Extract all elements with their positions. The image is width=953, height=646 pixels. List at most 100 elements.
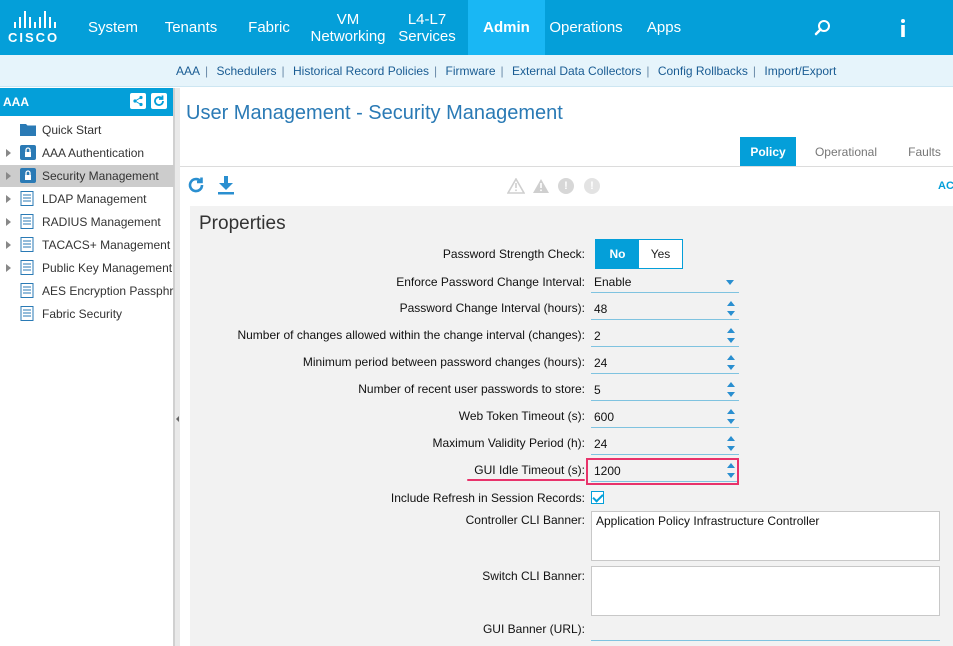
nav-operations[interactable]: Operations [546, 0, 626, 55]
sidebar-item-aes-encryption-passphrase[interactable]: AES Encryption Passphr [0, 280, 174, 302]
sidebar-item-label: TACACS+ Management [42, 238, 171, 252]
sidebar-item-label: Security Management [42, 169, 159, 183]
switch-cli-banner-label: Switch CLI Banner: [482, 569, 585, 583]
tab-policy[interactable]: Policy [740, 137, 796, 167]
enforce-password-change-interval-select[interactable]: Enable [591, 271, 739, 293]
info-icon[interactable] [888, 0, 918, 55]
sidebar-item-label: Fabric Security [42, 307, 123, 321]
page-title: User Management - Security Management [186, 102, 563, 124]
toggle-yes-option[interactable]: Yes [639, 240, 682, 268]
actions-menu[interactable]: AC [938, 180, 953, 192]
input-value: 24 [594, 356, 608, 370]
subnav-aaa[interactable]: AAA [176, 64, 200, 78]
nav-vm-networking[interactable]: VM Networking [308, 0, 388, 55]
chevron-right-icon[interactable] [6, 195, 11, 203]
recent-passwords-label: Number of recent user passwords to store… [358, 382, 585, 396]
nav-apps[interactable]: Apps [636, 0, 692, 55]
chevron-right-icon[interactable] [6, 149, 11, 157]
subnav-config-rollbacks[interactable]: Config Rollbacks [658, 64, 748, 78]
search-icon[interactable] [808, 0, 838, 55]
changes-allowed-input[interactable]: 2 [591, 325, 739, 347]
sidebar: AAA Quick Start AAA Authentication Secur… [0, 88, 174, 646]
annotation-underline [467, 479, 585, 481]
nav-l4-l7-line1: L4-L7 [407, 10, 447, 28]
maximum-validity-input[interactable]: 24 [591, 433, 739, 455]
subnav-separator: | [752, 64, 757, 78]
cisco-logo: CISCO [8, 10, 72, 46]
chevron-right-icon[interactable] [6, 218, 11, 226]
critical-fault-icon[interactable]: ! [558, 178, 574, 194]
sidebar-item-label: RADIUS Management [42, 215, 161, 229]
document-icon [20, 214, 36, 229]
spinner-icon[interactable] [727, 382, 735, 398]
spinner-icon[interactable] [727, 328, 735, 344]
chevron-right-icon[interactable] [6, 241, 11, 249]
document-icon [20, 191, 36, 206]
sidebar-item-quick-start[interactable]: Quick Start [0, 119, 174, 141]
nav-system[interactable]: System [79, 0, 147, 55]
document-icon [20, 260, 36, 275]
subnav-historical-record-policies[interactable]: Historical Record Policies [293, 64, 429, 78]
input-value: 600 [594, 410, 615, 424]
sidebar-header: AAA [0, 88, 173, 116]
spinner-icon[interactable] [727, 409, 735, 425]
sidebar-item-public-key-management[interactable]: Public Key Management [0, 257, 174, 279]
sidebar-item-radius-management[interactable]: RADIUS Management [0, 211, 174, 233]
sidebar-item-ldap-management[interactable]: LDAP Management [0, 188, 174, 210]
sidebar-splitter[interactable] [174, 88, 180, 646]
subnav-external-data-collectors[interactable]: External Data Collectors [512, 64, 641, 78]
warning-icon[interactable] [532, 178, 549, 194]
input-value: 24 [594, 437, 608, 451]
subnav-schedulers[interactable]: Schedulers [216, 64, 276, 78]
password-strength-check-toggle[interactable]: No Yes [595, 239, 683, 269]
refresh-icon[interactable] [186, 175, 206, 198]
maximum-validity-label: Maximum Validity Period (h): [432, 436, 585, 450]
tab-operational[interactable]: Operational [806, 137, 886, 167]
nav-fabric[interactable]: Fabric [238, 0, 300, 55]
recent-passwords-input[interactable]: 5 [591, 379, 739, 401]
sidebar-item-security-management[interactable]: Security Management [0, 165, 174, 187]
nav-l4-l7-services[interactable]: L4-L7 Services [394, 0, 460, 55]
subnav-firmware[interactable]: Firmware [446, 64, 496, 78]
sidebar-item-tacacs-management[interactable]: TACACS+ Management [0, 234, 174, 256]
subnav-separator: | [646, 64, 650, 78]
warning-outline-icon[interactable] [506, 177, 526, 194]
controller-cli-banner-label: Controller CLI Banner: [465, 513, 585, 527]
major-fault-icon[interactable]: ! [584, 178, 600, 194]
download-icon[interactable] [216, 175, 236, 198]
collapse-arrow-icon[interactable] [176, 416, 179, 422]
gui-banner-url-input[interactable] [591, 619, 940, 641]
tab-faults[interactable]: Faults [896, 137, 953, 167]
share-icon[interactable] [130, 93, 146, 109]
nav-vm-networking-line2: Networking [310, 27, 386, 45]
controller-cli-banner-textarea[interactable]: Application Policy Infrastructure Contro… [591, 511, 940, 561]
spinner-icon[interactable] [727, 355, 735, 371]
subnav-import-export[interactable]: Import/Export [764, 64, 836, 78]
web-token-timeout-input[interactable]: 600 [591, 406, 739, 428]
document-icon [20, 306, 36, 321]
sidebar-item-fabric-security[interactable]: Fabric Security [0, 303, 174, 325]
password-change-interval-input[interactable]: 48 [591, 298, 739, 320]
sidebar-item-aaa-authentication[interactable]: AAA Authentication [0, 142, 174, 164]
sidebar-item-label: AAA Authentication [42, 146, 145, 160]
logo-text: CISCO [8, 30, 60, 45]
chevron-down-icon[interactable] [726, 280, 734, 285]
toggle-no-option[interactable]: No [596, 240, 639, 268]
switch-cli-banner-textarea[interactable] [591, 566, 940, 616]
chevron-right-icon[interactable] [6, 264, 11, 272]
annotation-highlight-box [586, 458, 739, 485]
subnav-separator: | [434, 64, 438, 78]
refresh-icon[interactable] [151, 93, 167, 109]
nav-tenants[interactable]: Tenants [156, 0, 226, 55]
nav-admin[interactable]: Admin [468, 0, 545, 55]
header-divider [180, 166, 953, 167]
input-value: 2 [594, 329, 601, 343]
properties-title: Properties [199, 213, 286, 234]
gui-idle-timeout-label: GUI Idle Timeout (s): [474, 463, 585, 477]
chevron-right-icon[interactable] [6, 172, 11, 180]
spinner-icon[interactable] [727, 436, 735, 452]
include-refresh-checkbox[interactable] [591, 491, 604, 504]
enforce-password-change-interval-label: Enforce Password Change Interval: [396, 275, 585, 289]
spinner-icon[interactable] [727, 301, 735, 317]
minimum-period-input[interactable]: 24 [591, 352, 739, 374]
